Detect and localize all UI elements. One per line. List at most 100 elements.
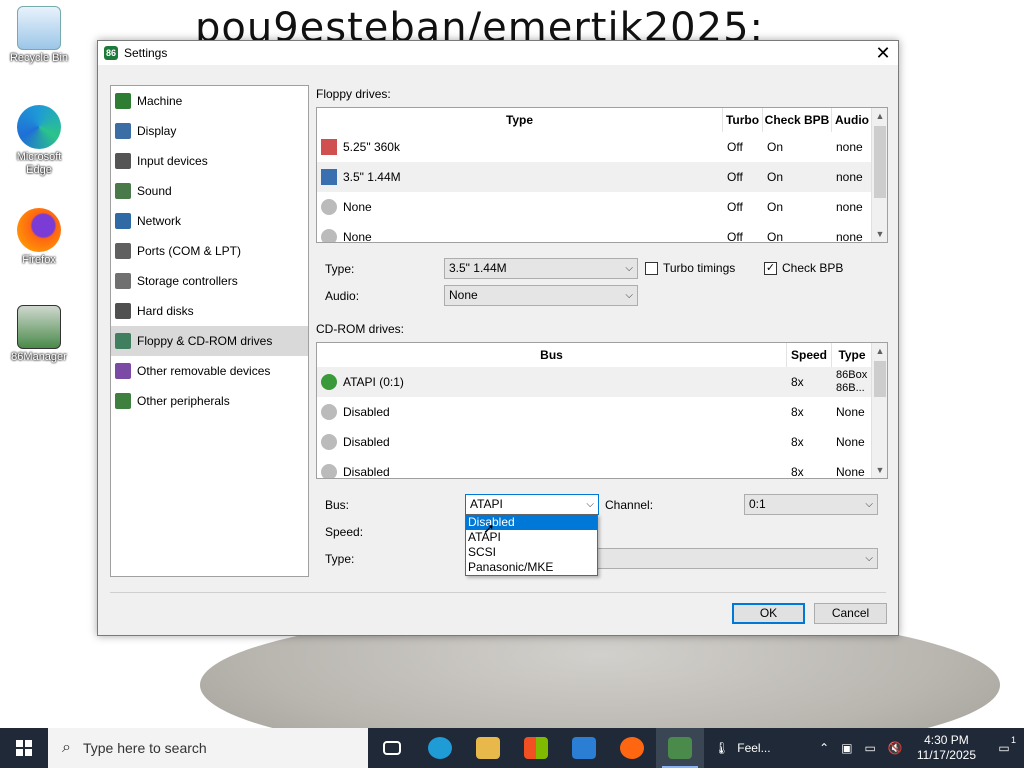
86manager-icon xyxy=(17,305,61,349)
audio-select[interactable]: None ⌵ xyxy=(444,285,638,306)
audio-label: Audio: xyxy=(325,289,360,303)
cdrom-type-select[interactable]: ⌵ xyxy=(597,548,878,569)
taskbar-search[interactable]: ⌕ Type here to search xyxy=(48,728,368,768)
table-row[interactable]: 3.5" 1.44M Off On none xyxy=(317,162,872,192)
start-button[interactable] xyxy=(0,728,48,768)
speed-label: Speed: xyxy=(325,525,364,539)
column-header-check-bpb[interactable]: Check BPB xyxy=(763,108,832,132)
chevron-up-icon[interactable]: ⌃ xyxy=(819,741,829,755)
taskbar-firefox[interactable] xyxy=(608,728,656,768)
table-header: Type Turbo Check BPB Audio xyxy=(317,108,872,132)
nav-item-display[interactable]: Display xyxy=(111,116,308,146)
cell-bus: Disabled xyxy=(343,435,390,449)
table-row[interactable]: 5.25" 360k Off On none xyxy=(317,132,872,162)
bus-select[interactable]: ATAPI ⌵ xyxy=(465,494,599,515)
nav-item-floppy-cdrom[interactable]: Floppy & CD-ROM drives xyxy=(111,326,308,356)
nav-item-sound[interactable]: Sound xyxy=(111,176,308,206)
weather-label: Feel... xyxy=(737,741,771,755)
cdrom-disabled-icon xyxy=(321,464,337,478)
floppy-35-icon xyxy=(321,169,337,185)
cdrom-scrollbar[interactable]: ▲ ▼ xyxy=(871,343,887,478)
table-row[interactable]: None Off On none xyxy=(317,192,872,222)
table-row[interactable]: Disabled 8x None xyxy=(317,427,872,457)
taskbar-store[interactable] xyxy=(512,728,560,768)
ports-icon xyxy=(115,243,131,259)
network-icon[interactable]: ▭ xyxy=(865,741,876,755)
floppy-type-select[interactable]: 3.5" 1.44M ⌵ xyxy=(444,258,638,279)
nav-item-other-removable[interactable]: Other removable devices xyxy=(111,356,308,386)
nav-item-network[interactable]: Network xyxy=(111,206,308,236)
scroll-up-icon[interactable]: ▲ xyxy=(872,108,887,124)
table-row[interactable]: None Off On none xyxy=(317,222,872,242)
nav-item-input-devices[interactable]: Input devices xyxy=(111,146,308,176)
scroll-thumb[interactable] xyxy=(874,126,886,198)
channel-select[interactable]: 0:1 ⌵ xyxy=(744,494,878,515)
desktop-icon-label: Microsoft Edge xyxy=(16,151,62,176)
check-bpb-checkbox[interactable]: ✓ Check BPB xyxy=(764,261,843,275)
column-header-bus[interactable]: Bus xyxy=(317,343,787,367)
desktop-icon-edge[interactable]: Microsoft Edge xyxy=(4,105,74,177)
file-explorer-icon xyxy=(476,737,500,759)
cell-check-bpb: On xyxy=(767,200,784,214)
column-header-turbo[interactable]: Turbo xyxy=(723,108,763,132)
peripherals-icon xyxy=(115,393,131,409)
clock[interactable]: 4:30 PM 11/17/2025 xyxy=(917,733,976,763)
chevron-down-icon: ⌵ xyxy=(865,499,873,510)
edge-icon xyxy=(428,737,452,759)
nav-label: Floppy & CD-ROM drives xyxy=(137,334,273,348)
ok-button[interactable]: OK xyxy=(732,603,805,624)
column-header-type[interactable]: Type xyxy=(317,108,723,132)
floppy-type-label: Type: xyxy=(325,262,355,276)
bus-option-panasonic-mke[interactable]: Panasonic/MKE xyxy=(466,560,597,575)
nav-item-storage-controllers[interactable]: Storage controllers xyxy=(111,266,308,296)
cdrom-section-label: CD-ROM drives: xyxy=(316,322,405,336)
task-view-button[interactable] xyxy=(368,728,416,768)
scroll-thumb[interactable] xyxy=(874,361,886,397)
clock-time: 4:30 PM xyxy=(924,733,969,747)
desktop-icon-recycle-bin[interactable]: Recycle Bin xyxy=(4,6,74,65)
column-header-type[interactable]: Type xyxy=(832,343,872,367)
sound-icon xyxy=(115,183,131,199)
volume-muted-icon[interactable]: 🔇 xyxy=(888,741,903,755)
nav-item-other-peripherals[interactable]: Other peripherals xyxy=(111,386,308,416)
desktop-icon-firefox[interactable]: Firefox xyxy=(4,208,74,267)
cell-type: 3.5" 1.44M xyxy=(343,170,401,184)
scroll-down-icon[interactable]: ▼ xyxy=(872,462,887,478)
nav-item-machine[interactable]: Machine xyxy=(111,86,308,116)
title-bar[interactable]: 86 Settings ✕ xyxy=(98,41,898,65)
cell-speed: 8x xyxy=(791,375,804,389)
channel-value: 0:1 xyxy=(749,497,766,511)
taskbar-edge[interactable] xyxy=(416,728,464,768)
nav-label: Display xyxy=(137,124,177,138)
cell-audio: none xyxy=(836,170,863,184)
scroll-down-icon[interactable]: ▼ xyxy=(872,226,887,242)
floppy-section-label: Floppy drives: xyxy=(316,87,391,101)
table-row[interactable]: ATAPI (0:1) 8x 86Box 86B... xyxy=(317,367,872,397)
floppy-525-icon xyxy=(321,139,337,155)
notification-button[interactable]: ▭ 1 xyxy=(984,735,1024,755)
taskbar-weather[interactable]: 🌡 Feel... xyxy=(704,728,784,768)
bus-option-scsi[interactable]: SCSI xyxy=(466,545,597,560)
turbo-timings-checkbox[interactable]: Turbo timings xyxy=(645,261,735,275)
floppy-scrollbar[interactable]: ▲ ▼ xyxy=(871,108,887,242)
turbo-timings-label: Turbo timings xyxy=(663,261,736,275)
taskbar-86box[interactable] xyxy=(656,728,704,768)
taskbar-mail[interactable] xyxy=(560,728,608,768)
scroll-up-icon[interactable]: ▲ xyxy=(872,343,887,359)
nav-item-hard-disks[interactable]: Hard disks xyxy=(111,296,308,326)
table-row[interactable]: Disabled 8x None xyxy=(317,457,872,478)
meet-now-icon[interactable]: ▣ xyxy=(841,741,852,755)
taskbar-file-explorer[interactable] xyxy=(464,728,512,768)
close-button[interactable]: ✕ xyxy=(868,41,898,65)
desktop-icon-86manager[interactable]: 86Manager xyxy=(4,305,74,364)
cancel-button[interactable]: Cancel xyxy=(814,603,887,624)
notification-icon: ▭ xyxy=(998,741,1010,755)
check-bpb-label: Check BPB xyxy=(782,261,844,275)
machine-icon xyxy=(115,93,131,109)
table-row[interactable]: Disabled 8x None xyxy=(317,397,872,427)
column-header-audio[interactable]: Audio xyxy=(832,108,872,132)
nav-item-ports[interactable]: Ports (COM & LPT) xyxy=(111,236,308,266)
column-header-speed[interactable]: Speed xyxy=(787,343,832,367)
firefox-icon xyxy=(17,208,61,252)
task-view-icon xyxy=(383,741,401,755)
